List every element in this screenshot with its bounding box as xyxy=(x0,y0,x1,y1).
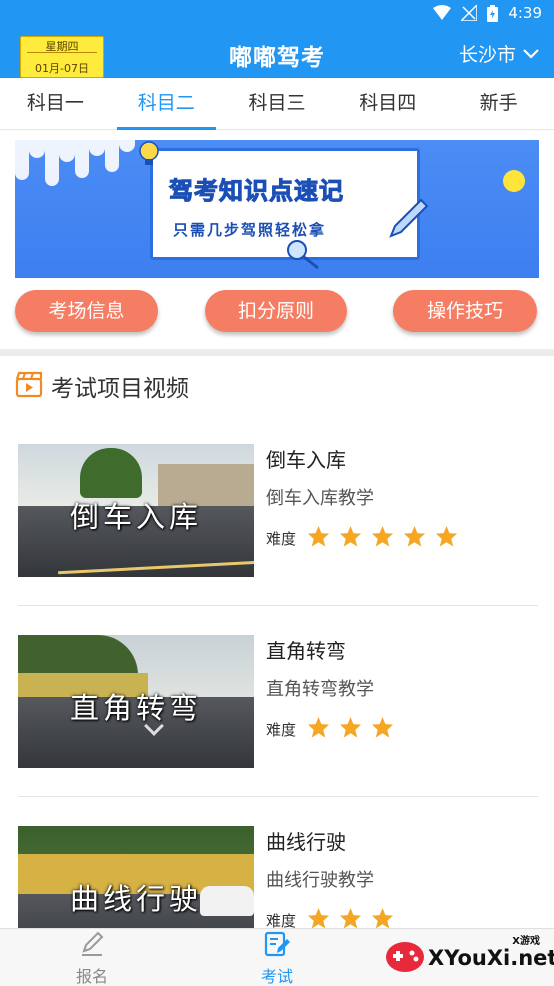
thumbnail-caption: 直角转弯 xyxy=(69,691,202,725)
banner-decoration xyxy=(29,140,45,158)
thumbnail-caption: 倒车入库 xyxy=(69,500,202,534)
status-icons: 4:39 xyxy=(433,4,542,22)
nav-signup-label: 报名 xyxy=(75,967,108,986)
star-icon xyxy=(307,716,330,742)
banner-decoration xyxy=(75,140,89,178)
tab-subject-three[interactable]: 科目三 xyxy=(222,78,333,129)
star-icon xyxy=(307,525,330,551)
status-bar: 4:39 xyxy=(0,0,554,30)
sun-icon xyxy=(503,170,525,192)
star-icon xyxy=(339,525,362,551)
difficulty-label: 难度 xyxy=(266,529,297,548)
banner-decoration xyxy=(105,140,119,172)
thumbnail-caption: 曲线行驶 xyxy=(69,882,202,916)
banner-subtitle: 只需几步驾照轻松拿 xyxy=(173,221,327,239)
tab-subject-two[interactable]: 科目二 xyxy=(111,78,222,130)
video-thumbnail[interactable]: 直角转弯 xyxy=(18,635,254,768)
banner-decoration xyxy=(59,140,75,162)
row-divider xyxy=(18,605,538,606)
city-selector[interactable]: 长沙市 xyxy=(459,40,540,67)
star-icon xyxy=(371,525,394,551)
watermark-site-text: XYouXi.net xyxy=(428,946,554,970)
exam-edit-icon xyxy=(263,931,291,961)
video-item[interactable]: 倒车入库 倒车入库 倒车入库教学 难度 xyxy=(18,444,538,614)
promo-banner[interactable]: 驾考知识点速记 只需几步驾照轻松拿 xyxy=(15,140,539,278)
video-title[interactable]: 直角转弯 xyxy=(266,635,346,664)
site-watermark: X游戏 XYouXi.net xyxy=(378,928,554,986)
city-name: 长沙市 xyxy=(458,44,516,66)
exam-venue-info-button[interactable]: 考场信息 xyxy=(15,290,158,332)
app-header: 星期四 01月-07日 嘟嘟驾考 长沙市 xyxy=(0,30,554,78)
gamepad-logo-icon xyxy=(384,938,426,980)
star-icon xyxy=(339,716,362,742)
star-icon xyxy=(403,525,426,551)
nav-signup[interactable]: 报名 xyxy=(47,931,137,986)
banner-decoration xyxy=(89,140,105,156)
magnifier-icon xyxy=(285,238,321,274)
star-rating xyxy=(307,716,394,742)
video-subtitle: 倒车入库教学 xyxy=(266,488,374,509)
tab-subject-one[interactable]: 科目一 xyxy=(0,78,111,129)
nav-exam-label: 考试 xyxy=(260,967,293,986)
signal-icon xyxy=(461,5,478,21)
lightbulb-icon xyxy=(137,140,161,174)
pen-icon xyxy=(78,931,106,961)
battery-icon xyxy=(487,4,499,22)
banner-decoration xyxy=(45,140,59,186)
operation-tips-button[interactable]: 操作技巧 xyxy=(393,290,537,332)
thumbnail-tree xyxy=(80,448,142,498)
clock-time: 4:39 xyxy=(508,4,542,22)
subject-tabs: 科目一 科目二 科目三 科目四 新手 xyxy=(0,78,554,130)
video-item[interactable]: 直角转弯 直角转弯 直角转弯教学 难度 xyxy=(18,635,538,805)
difficulty-rating: 难度 xyxy=(266,716,394,742)
banner-title: 驾考知识点速记 xyxy=(169,177,344,206)
video-thumbnail[interactable]: 倒车入库 xyxy=(18,444,254,577)
section-title: 考试项目视频 xyxy=(51,376,189,402)
video-subtitle: 直角转弯教学 xyxy=(266,679,374,700)
difficulty-label: 难度 xyxy=(266,720,297,739)
star-rating xyxy=(307,525,458,551)
row-divider xyxy=(18,796,538,797)
watermark-small-text: X游戏 xyxy=(512,936,540,947)
pencil-icon xyxy=(385,196,431,246)
tab-beginner[interactable]: 新手 xyxy=(443,78,554,129)
section-divider xyxy=(0,349,554,356)
video-subtitle: 曲线行驶教学 xyxy=(266,870,374,891)
star-icon xyxy=(435,525,458,551)
section-header: 考试项目视频 xyxy=(15,368,189,404)
nav-exam[interactable]: 考试 xyxy=(232,931,322,986)
tab-subject-four[interactable]: 科目四 xyxy=(332,78,443,129)
difficulty-rating: 难度 xyxy=(266,525,458,551)
video-title[interactable]: 倒车入库 xyxy=(266,444,346,473)
wifi-icon xyxy=(433,5,452,21)
deduction-rules-button[interactable]: 扣分原则 xyxy=(205,290,347,332)
video-clapper-icon xyxy=(15,370,43,402)
banner-decoration xyxy=(15,140,29,180)
star-icon xyxy=(371,716,394,742)
video-title[interactable]: 曲线行驶 xyxy=(266,826,346,855)
banner-decoration xyxy=(119,140,135,152)
chevron-down-icon xyxy=(522,43,540,65)
